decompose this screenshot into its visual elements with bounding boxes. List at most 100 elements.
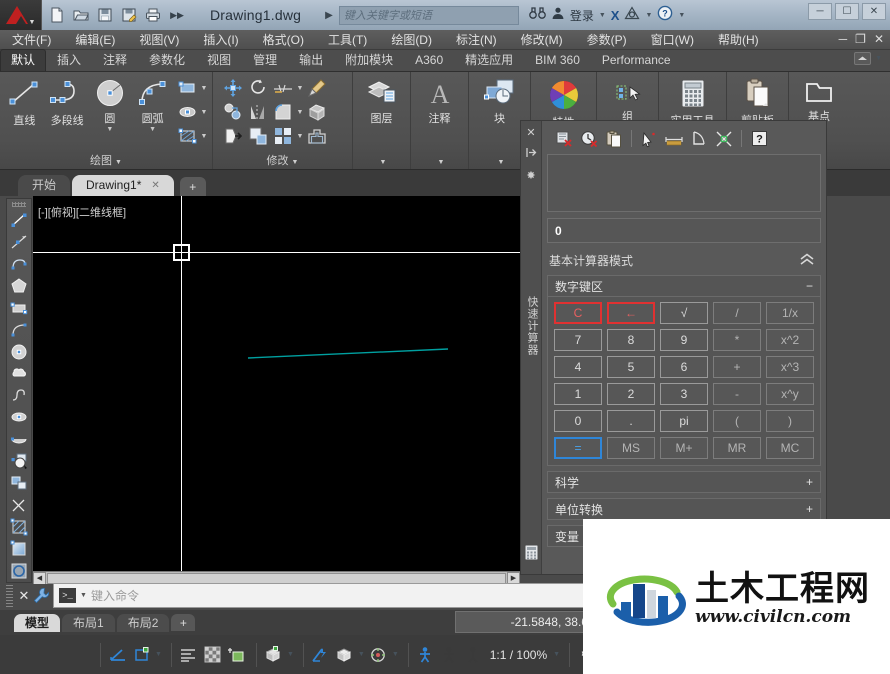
person-icon[interactable]: [463, 644, 484, 665]
chevron-down-icon[interactable]: ▼: [155, 651, 162, 658]
panel-layers-chevron-icon[interactable]: ▼: [380, 159, 387, 166]
scientific-toggle-icon[interactable]: +: [806, 475, 813, 489]
key-3[interactable]: 3: [660, 383, 708, 405]
intersection-icon[interactable]: [713, 128, 735, 150]
key-square[interactable]: x^2: [766, 329, 814, 351]
panel-modify-chevron-icon[interactable]: ▼: [292, 159, 299, 166]
key-pi[interactable]: pi: [660, 410, 708, 432]
application-menu-button[interactable]: ▼: [0, 0, 42, 30]
insert-block-icon[interactable]: [8, 450, 30, 472]
stretch-icon[interactable]: [221, 125, 245, 147]
checker-icon[interactable]: [202, 644, 223, 665]
key-equals[interactable]: =: [554, 437, 602, 459]
command-line-grip[interactable]: [6, 584, 13, 607]
close-button[interactable]: ✕: [862, 3, 886, 20]
numberpad-toggle-icon[interactable]: −: [806, 279, 813, 293]
coordinates-icon[interactable]: [638, 128, 660, 150]
key-divide[interactable]: /: [713, 302, 761, 324]
array-chevron-icon[interactable]: ▼: [296, 133, 304, 140]
numberpad-section-header[interactable]: 数字键区 −: [548, 276, 820, 297]
polar-icon[interactable]: [131, 644, 152, 665]
layout-tab-layout2[interactable]: 布局2: [116, 613, 170, 632]
palette-properties-icon[interactable]: ✸: [526, 169, 535, 182]
panel-annotation-chevron-icon[interactable]: ▼: [438, 159, 445, 166]
rectangle-icon[interactable]: [8, 297, 30, 319]
menu-item-modify[interactable]: 修改(M): [509, 30, 575, 50]
draw-arc-chevron-icon[interactable]: ▼: [149, 126, 156, 133]
document-tab-start[interactable]: 开始: [18, 175, 71, 196]
key-6[interactable]: 6: [660, 356, 708, 378]
xline-icon[interactable]: [8, 231, 30, 253]
rotate-icon[interactable]: [246, 77, 270, 99]
panel-draw-chevron-icon[interactable]: ▼: [115, 159, 122, 166]
group-button[interactable]: 组: [604, 81, 652, 124]
exchange-apps-icon[interactable]: X: [611, 8, 620, 23]
ortho-icon[interactable]: [107, 644, 128, 665]
ribbon-tab-output[interactable]: 输出: [288, 49, 334, 71]
menu-item-dimension[interactable]: 标注(N): [444, 30, 509, 50]
save-disk-icon[interactable]: [94, 4, 116, 26]
key-4[interactable]: 4: [554, 356, 602, 378]
key-reciprocal[interactable]: 1/x: [766, 302, 814, 324]
basepoint-button[interactable]: 基点: [793, 75, 845, 124]
layer-properties-button[interactable]: 图层: [358, 75, 406, 126]
ribbon-chevron-down-icon[interactable]: ▼: [875, 55, 882, 62]
clear-variables-icon[interactable]: [578, 128, 600, 150]
scale-icon[interactable]: [246, 125, 270, 147]
layout-tab-model[interactable]: 模型: [14, 613, 61, 632]
rectangle-icon[interactable]: [175, 77, 199, 99]
layout-tab-layout1[interactable]: 布局1: [62, 613, 115, 632]
key-minus[interactable]: -: [713, 383, 761, 405]
help-chevron-icon[interactable]: ▼: [678, 12, 685, 19]
insert-block-button[interactable]: 块: [476, 75, 524, 126]
ribbon-collapse-icon[interactable]: [854, 52, 872, 65]
menu-item-insert[interactable]: 插入(I): [191, 30, 250, 50]
ribbon-panel-block-title[interactable]: ▼: [473, 153, 526, 169]
auto-hide-icon[interactable]: [525, 147, 537, 161]
drawing-canvas[interactable]: [-][俯视][二维线框] ◀ ▶: [33, 196, 520, 584]
polygon-icon[interactable]: [8, 275, 30, 297]
explode-icon[interactable]: [305, 101, 329, 123]
calculator-input-field[interactable]: 0: [547, 218, 821, 243]
ribbon-panel-draw-title[interactable]: 绘图 ▼: [4, 153, 208, 169]
menu-item-draw[interactable]: 绘图(D): [379, 30, 444, 50]
calculator-section-scientific[interactable]: 科学 +: [547, 471, 821, 493]
annotation-lines-icon[interactable]: [178, 644, 199, 665]
person-blue-icon[interactable]: [415, 644, 436, 665]
trim-icon[interactable]: [271, 77, 295, 99]
chevron-down-icon[interactable]: ▼: [358, 651, 365, 658]
ellipse-icon[interactable]: [175, 101, 199, 123]
array-icon[interactable]: [271, 125, 295, 147]
key-decimal[interactable]: .: [607, 410, 655, 432]
doc-close-icon[interactable]: ✕: [874, 32, 884, 46]
chevron-down-icon[interactable]: ▼: [287, 651, 294, 658]
calculator-section-unit-conversion[interactable]: 单位转换 +: [547, 498, 821, 520]
key-0[interactable]: 0: [554, 410, 602, 432]
rectangle-chevron-icon[interactable]: ▼: [200, 85, 208, 92]
ribbon-tab-insert[interactable]: 插入: [46, 49, 92, 71]
autodesk-360-icon[interactable]: [624, 5, 641, 25]
key-ms[interactable]: MS: [607, 437, 655, 459]
make-block-icon[interactable]: [8, 472, 30, 494]
circle-icon[interactable]: [8, 341, 30, 363]
ribbon-tab-addins[interactable]: 附加模块: [334, 49, 404, 71]
spline-icon[interactable]: [8, 384, 30, 406]
calculator-mode-header[interactable]: 基本计算器模式: [547, 247, 821, 273]
command-line-close-icon[interactable]: ✕: [16, 588, 32, 604]
key-2[interactable]: 2: [607, 383, 655, 405]
key-9[interactable]: 9: [660, 329, 708, 351]
panel-block-chevron-icon[interactable]: ▼: [498, 159, 505, 166]
key-multiply[interactable]: *: [713, 329, 761, 351]
viewcube-icon[interactable]: [334, 644, 355, 665]
ribbon-tab-default[interactable]: 默认: [0, 49, 47, 71]
calculator-history-area[interactable]: [547, 154, 821, 212]
polyline-icon[interactable]: [8, 253, 30, 275]
ribbon-tab-bim360[interactable]: BIM 360: [524, 49, 591, 71]
ruler-icon[interactable]: [663, 128, 685, 150]
search-input[interactable]: 键入关键字或短语: [338, 5, 519, 25]
search-binoculars-icon[interactable]: [528, 6, 546, 25]
key-sqrt[interactable]: √: [660, 302, 708, 324]
save-as-icon[interactable]: [118, 4, 140, 26]
trim-chevron-icon[interactable]: ▼: [296, 85, 304, 92]
command-input[interactable]: >_ ▼ 键入命令: [53, 583, 584, 608]
